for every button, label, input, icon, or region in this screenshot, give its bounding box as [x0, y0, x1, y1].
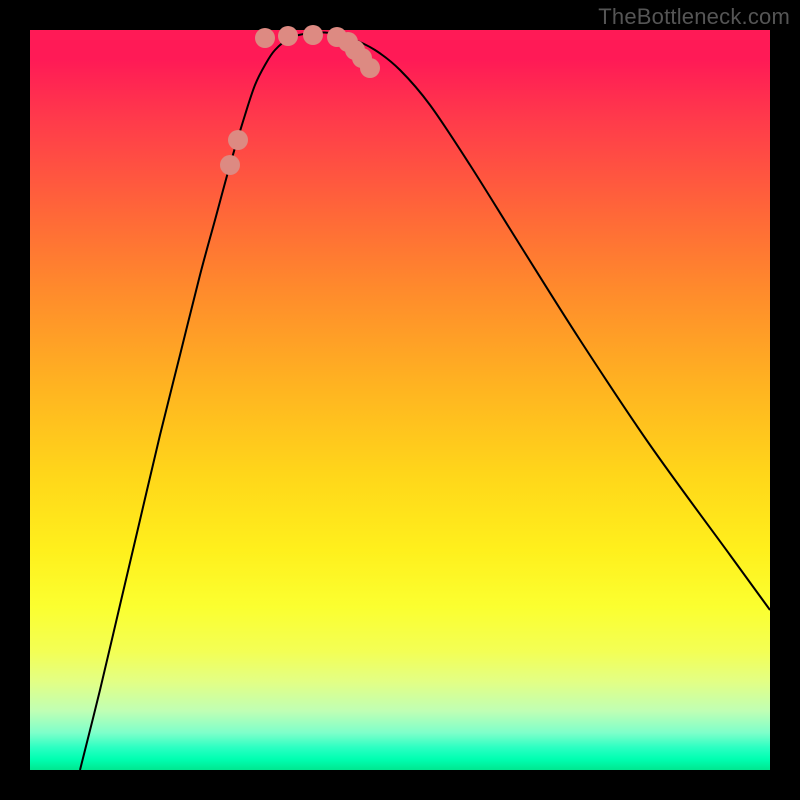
watermark-text: TheBottleneck.com — [598, 4, 790, 30]
highlight-marker — [220, 155, 240, 175]
chart-svg — [30, 30, 770, 770]
chart-frame: TheBottleneck.com — [0, 0, 800, 800]
marker-layer — [220, 25, 380, 175]
highlight-marker — [278, 26, 298, 46]
bottleneck-curve — [80, 32, 770, 770]
highlight-marker — [360, 58, 380, 78]
highlight-marker — [255, 28, 275, 48]
highlight-marker — [228, 130, 248, 150]
curve-layer — [80, 32, 770, 770]
highlight-marker — [303, 25, 323, 45]
